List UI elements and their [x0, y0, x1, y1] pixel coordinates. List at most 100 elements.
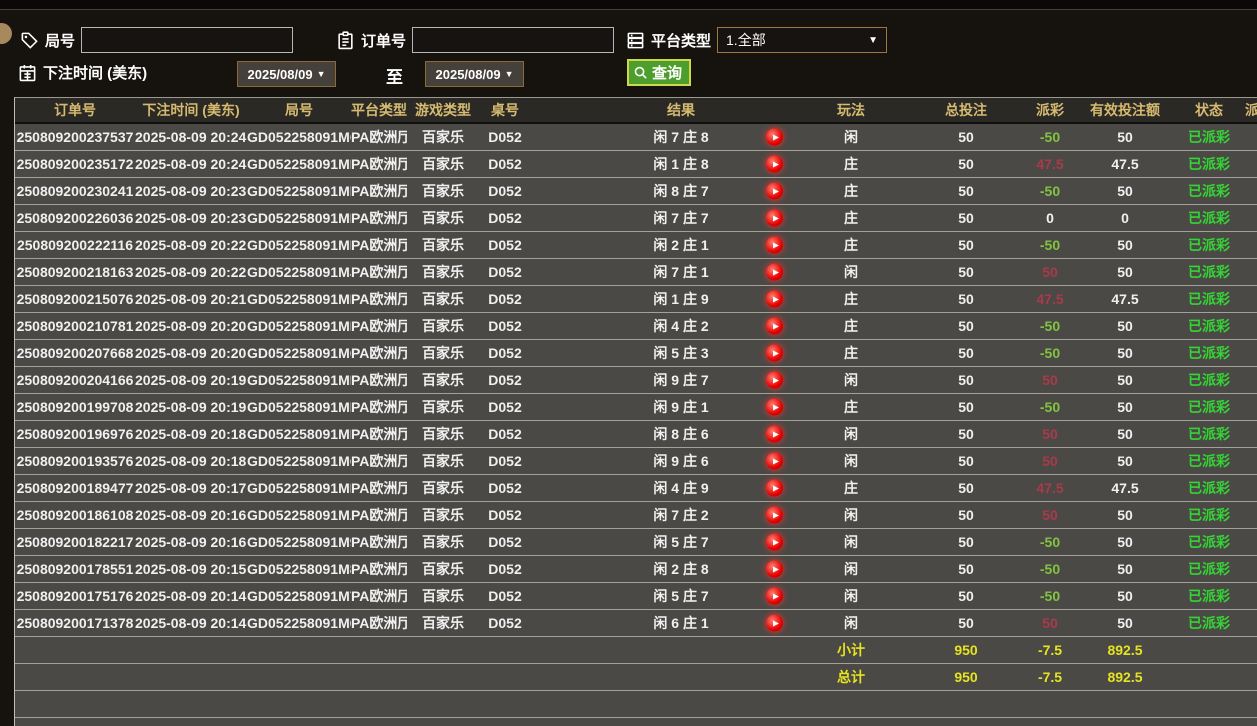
- table-row: 2508092002181632025-08-09 20:22:00GD0522…: [15, 259, 1257, 286]
- replay-video-icon[interactable]: [766, 587, 783, 605]
- cell-play-type: 闲: [801, 529, 901, 556]
- cell-total-bet: 50: [901, 259, 1031, 286]
- cell-order-no: 250809200230241: [15, 178, 135, 205]
- cell-round-no: GD052258091MJ: [247, 259, 351, 286]
- cell-total-bet: 50: [901, 367, 1031, 394]
- cell-payout: -50: [1031, 178, 1069, 205]
- panel-collapse-arrow[interactable]: [0, 23, 12, 44]
- replay-video-icon[interactable]: [766, 182, 783, 200]
- cell-valid-bet: 50: [1069, 124, 1181, 151]
- replay-video-icon[interactable]: [766, 452, 783, 470]
- result-score: 闲 7 庄 1: [653, 264, 709, 280]
- replay-video-icon[interactable]: [766, 533, 783, 551]
- replay-video-icon[interactable]: [766, 479, 783, 497]
- cell-game-type: 百家乐: [407, 394, 479, 421]
- replay-video-icon[interactable]: [766, 209, 783, 227]
- replay-video-icon[interactable]: [766, 128, 783, 146]
- cell-extra: [1237, 529, 1257, 556]
- table-row: 2508092001861082025-08-09 20:16:48GD0522…: [15, 502, 1257, 529]
- table-row: 2508092001894772025-08-09 20:17:25GD0522…: [15, 475, 1257, 502]
- cell-empty: [407, 637, 479, 664]
- replay-video-icon[interactable]: [766, 236, 783, 254]
- status-badge: 已派彩: [1181, 610, 1237, 637]
- cell-round-no: GD052258091MN: [247, 151, 351, 178]
- status-badge: 已派彩: [1181, 556, 1237, 583]
- cell-platform-type: PA欧洲厅: [351, 340, 407, 367]
- replay-video-icon[interactable]: [766, 425, 783, 443]
- cell-total-bet: 50: [901, 232, 1031, 259]
- cell-extra: [1237, 286, 1257, 313]
- cell-result: 闲 7 庄 2: [531, 502, 801, 529]
- replay-video-icon[interactable]: [766, 560, 783, 578]
- cell-table-no: D052: [479, 475, 531, 502]
- cell-platform-type: PA欧洲厅: [351, 178, 407, 205]
- cell-table-no: D052: [479, 394, 531, 421]
- replay-video-icon[interactable]: [766, 344, 783, 362]
- search-button[interactable]: 查询: [627, 59, 692, 86]
- tag-icon: [20, 31, 39, 50]
- cell-empty: [531, 664, 801, 691]
- replay-video-icon[interactable]: [766, 290, 783, 308]
- cell-payout: -50: [1031, 313, 1069, 340]
- cell-total-bet: 50: [901, 556, 1031, 583]
- cell-play-type: 庄: [801, 151, 901, 178]
- replay-video-icon[interactable]: [766, 317, 783, 335]
- cell-bet-time: 2025-08-09 20:23:49: [135, 178, 247, 205]
- cell-play-type: 庄: [801, 394, 901, 421]
- table-row: 2508092001997082025-08-09 20:19:02GD0522…: [15, 394, 1257, 421]
- cell-platform-type: PA欧洲厅: [351, 394, 407, 421]
- cell-extra: [1237, 178, 1257, 205]
- subtotal-row-label: 小计: [801, 637, 901, 664]
- status-badge: 已派彩: [1181, 502, 1237, 529]
- cell-extra: [1237, 610, 1257, 637]
- replay-video-icon[interactable]: [766, 614, 783, 632]
- result-score: 闲 4 庄 9: [653, 480, 709, 496]
- status-badge: 已派彩: [1181, 151, 1237, 178]
- cell-platform-type: PA欧洲厅: [351, 313, 407, 340]
- replay-video-icon[interactable]: [766, 263, 783, 281]
- replay-video-icon[interactable]: [766, 155, 783, 173]
- cell-payout: 50: [1031, 610, 1069, 637]
- round-number-input[interactable]: [81, 27, 294, 53]
- calendar-icon: [18, 63, 37, 82]
- order-number-input[interactable]: [412, 27, 615, 53]
- filler-cell: [15, 691, 1257, 718]
- table-row: 2508092002221162025-08-09 20:22:36GD0522…: [15, 232, 1257, 259]
- cell-payout: -50: [1031, 556, 1069, 583]
- cell-bet-time: 2025-08-09 20:18:00: [135, 448, 247, 475]
- search-button-label: 查询: [652, 65, 683, 82]
- cell-bet-time: 2025-08-09 20:20:23: [135, 340, 247, 367]
- cell-platform-type: PA欧洲厅: [351, 610, 407, 637]
- cell-valid-bet: 50: [1069, 610, 1181, 637]
- cell-total-bet: 50: [901, 178, 1031, 205]
- cell-result: 闲 8 庄 7: [531, 178, 801, 205]
- grand-total-row: 总计 950 -7.5 892.5: [15, 664, 1257, 691]
- replay-video-icon[interactable]: [766, 506, 783, 524]
- cell-result: 闲 2 庄 1: [531, 232, 801, 259]
- cell-table-no: D052: [479, 286, 531, 313]
- result-score: 闲 9 庄 7: [653, 372, 709, 388]
- cell-order-no: 250809200207668: [15, 340, 135, 367]
- replay-video-icon[interactable]: [766, 371, 783, 389]
- replay-video-icon[interactable]: [766, 398, 783, 416]
- result-score: 闲 2 庄 8: [653, 561, 709, 577]
- cell-valid-bet: 50: [1069, 394, 1181, 421]
- cell-total-bet: 50: [901, 583, 1031, 610]
- cell-total-bet: 50: [901, 610, 1031, 637]
- cell-table-no: D052: [479, 448, 531, 475]
- date-to-picker[interactable]: 2025/08/09 ▼: [425, 61, 524, 87]
- date-from-picker[interactable]: 2025/08/09 ▼: [237, 61, 336, 87]
- cell-total-bet: 50: [901, 340, 1031, 367]
- platform-type-value: 1.全部: [726, 32, 766, 48]
- cell-platform-type: PA欧洲厅: [351, 583, 407, 610]
- table-row: 2508092002260362025-08-09 20:23:12GD0522…: [15, 205, 1257, 232]
- status-badge: 已派彩: [1181, 529, 1237, 556]
- cell-platform-type: PA欧洲厅: [351, 205, 407, 232]
- platform-type-select[interactable]: 1.全部 ▼: [717, 27, 888, 53]
- cell-game-type: 百家乐: [407, 475, 479, 502]
- table-row: 2508092002351722025-08-09 20:24:33GD0522…: [15, 151, 1257, 178]
- column-header-8: 总投注: [901, 98, 1031, 124]
- cell-play-type: 庄: [801, 313, 901, 340]
- cell-order-no: 250809200222116: [15, 232, 135, 259]
- search-icon: [633, 65, 648, 80]
